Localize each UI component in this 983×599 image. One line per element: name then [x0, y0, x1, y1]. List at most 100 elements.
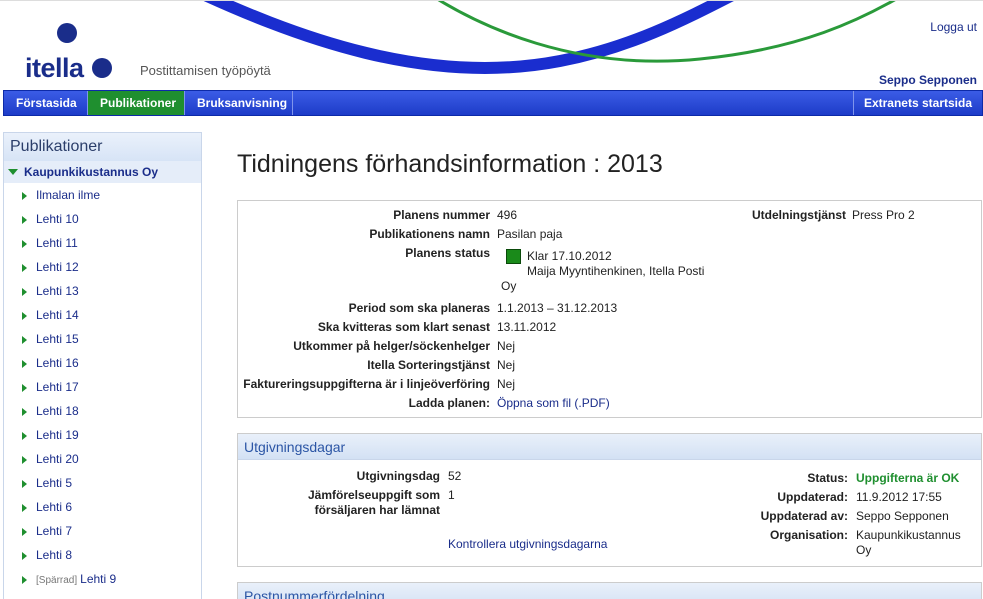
org-label: Organisation: — [769, 528, 848, 542]
plan-status-label: Planens status — [405, 246, 490, 260]
arrow-right-icon — [22, 312, 27, 320]
user-name[interactable]: Seppo Sepponen — [879, 73, 977, 87]
org-value-line1: Kaupunkikustannus — [856, 528, 961, 542]
sidebar-item-label: Lehti 12 — [36, 260, 79, 274]
sidebar-item[interactable]: Lehti 11 — [4, 231, 201, 255]
arrow-right-icon — [22, 192, 27, 200]
sidebar-item-label: Lehti 8 — [36, 548, 73, 562]
plan-info-panel: Planens nummer 496 Publikationens namn P… — [237, 200, 982, 418]
arrow-right-icon — [22, 288, 27, 296]
locked-tag: [Spärrad] — [36, 575, 78, 586]
updated-value: 11.9.2012 17:55 — [856, 490, 942, 504]
plan-status-line3: Oy — [501, 279, 517, 293]
sidebar-item-label: Lehti 20 — [36, 452, 79, 466]
nav-item-publikationer[interactable]: Publikationer — [88, 91, 185, 115]
sidebar-item-label: Lehti 19 — [36, 428, 79, 442]
sidebar-item-label: Lehti 18 — [36, 404, 79, 418]
sidebar-item-label: Lehti 13 — [36, 284, 79, 298]
sorting-label: Itella Sorteringstjänst — [367, 358, 490, 372]
logout-link[interactable]: Logga ut — [930, 20, 977, 34]
arrow-right-icon — [22, 384, 27, 392]
logo-dot-icon — [92, 58, 112, 78]
holidays-label: Utkommer på helger/söckenhelger — [293, 339, 490, 353]
ack-label: Ska kvitteras som klart senast — [317, 320, 490, 334]
postnummer-panel-title: Postnummerfördelning — [238, 583, 981, 599]
holidays-value: Nej — [497, 339, 516, 353]
sidebar-item[interactable]: Lehti 6 — [4, 495, 201, 519]
main-nav: Förstasida Publikationer Bruksanvisning … — [3, 90, 983, 116]
nav-item-extranet[interactable]: Extranets startsida — [852, 91, 982, 115]
expand-arrow-icon[interactable] — [8, 169, 18, 175]
status-ok-icon — [506, 249, 521, 264]
sidebar-item[interactable]: Lehti 5 — [4, 471, 201, 495]
pub-name-value: Pasilan paja — [497, 227, 563, 241]
arrow-right-icon — [22, 504, 27, 512]
utgivning-panel-title: Utgivningsdagar — [238, 434, 981, 460]
sidebar-item[interactable]: Lehti 10 — [4, 207, 201, 231]
sorting-value: Nej — [497, 358, 516, 372]
header: itella Postittamisen työpöytä Logga ut S… — [0, 0, 983, 90]
download-label: Ladda planen: — [408, 396, 490, 410]
arrow-right-icon — [22, 528, 27, 536]
sidebar-list: Ilmalan ilme Lehti 10 Lehti 11 Lehti 12 … — [4, 183, 201, 591]
sidebar-item-locked[interactable]: [Spärrad] Lehti 9 — [4, 567, 201, 591]
plan-status-line1: Klar 17.10.2012 — [527, 249, 612, 263]
nav-item-forstasida[interactable]: Förstasida — [4, 91, 88, 115]
days-value: 52 — [448, 469, 462, 483]
logo-dot-icon — [57, 23, 77, 43]
nav-item-bruksanvisning[interactable]: Bruksanvisning — [185, 91, 293, 115]
logo-text: itella — [25, 53, 84, 83]
updated-by-value: Seppo Sepponen — [856, 509, 949, 523]
utgivning-panel: Utgivningsdagar Utgivningsdag 52 Jämföre… — [237, 433, 982, 567]
org-value-line2: Oy — [856, 543, 872, 557]
check-days-link[interactable]: Kontrollera utgivningsdagarna — [448, 537, 607, 551]
arrow-right-icon — [22, 408, 27, 416]
plan-number-value: 496 — [497, 208, 518, 222]
delivery-label: Utdelningstjänst — [751, 208, 846, 222]
sidebar-item-label: Lehti 5 — [36, 476, 73, 490]
pub-name-label: Publikationens namn — [369, 227, 490, 241]
compare-value: 1 — [448, 488, 455, 502]
sidebar-item[interactable]: Lehti 13 — [4, 279, 201, 303]
arrow-right-icon — [22, 576, 27, 584]
period-label: Period som ska planeras — [348, 301, 490, 315]
sidebar-item[interactable]: Lehti 12 — [4, 255, 201, 279]
sidebar-item[interactable]: Lehti 16 — [4, 351, 201, 375]
period-value: 1.1.2013 – 31.12.2013 — [497, 301, 618, 315]
arrow-right-icon — [22, 336, 27, 344]
status-value: Uppgifterna är OK — [856, 471, 960, 485]
sidebar-item-label: Ilmalan ilme — [36, 188, 101, 202]
sidebar-item-label: Lehti 11 — [36, 236, 78, 250]
sidebar-item[interactable]: Ilmalan ilme — [4, 183, 201, 207]
sidebar-item[interactable]: Lehti 18 — [4, 399, 201, 423]
sidebar-item[interactable]: Lehti 17 — [4, 375, 201, 399]
sidebar-item-label: Lehti 9 — [80, 572, 117, 586]
arrow-right-icon — [22, 360, 27, 368]
plan-status-line2: Maija Myyntihenkinen, Itella Posti — [527, 264, 705, 278]
sidebar-item[interactable]: Lehti 14 — [4, 303, 201, 327]
billing-label: Faktureringsuppgifterna är i linjeöverfö… — [243, 377, 490, 391]
arrow-right-icon — [22, 216, 27, 224]
sidebar-item-label: Lehti 17 — [36, 380, 79, 394]
sidebar-item-label: Lehti 6 — [36, 500, 73, 514]
sidebar-item[interactable]: Lehti 8 — [4, 543, 201, 567]
page-title: Tidningens förhandsinformation : 2013 — [237, 150, 663, 178]
ack-value: 13.11.2012 — [497, 320, 557, 334]
sidebar-item[interactable]: Lehti 15 — [4, 327, 201, 351]
sidebar-item[interactable]: Lehti 20 — [4, 447, 201, 471]
download-pdf-link[interactable]: Öppna som fil (.PDF) — [497, 396, 610, 410]
status-label: Status: — [807, 471, 848, 485]
days-label: Utgivningsdag — [356, 469, 440, 483]
arrow-right-icon — [22, 456, 27, 464]
sidebar-item[interactable]: Lehti 7 — [4, 519, 201, 543]
sidebar-item[interactable]: Lehti 19 — [4, 423, 201, 447]
sidebar-item-label: Lehti 16 — [36, 356, 79, 370]
sidebar-item-label: Lehti 14 — [36, 308, 79, 322]
compare-label-1: Jämförelseuppgift som — [307, 488, 440, 502]
arrow-right-icon — [22, 240, 27, 248]
arrow-right-icon — [22, 552, 27, 560]
sidebar-item-label: Lehti 15 — [36, 332, 79, 346]
plan-number-label: Planens nummer — [393, 208, 490, 222]
sidebar-item-label: Lehti 7 — [36, 524, 73, 538]
sidebar-root-item[interactable]: Kaupunkikustannus Oy — [4, 161, 201, 183]
